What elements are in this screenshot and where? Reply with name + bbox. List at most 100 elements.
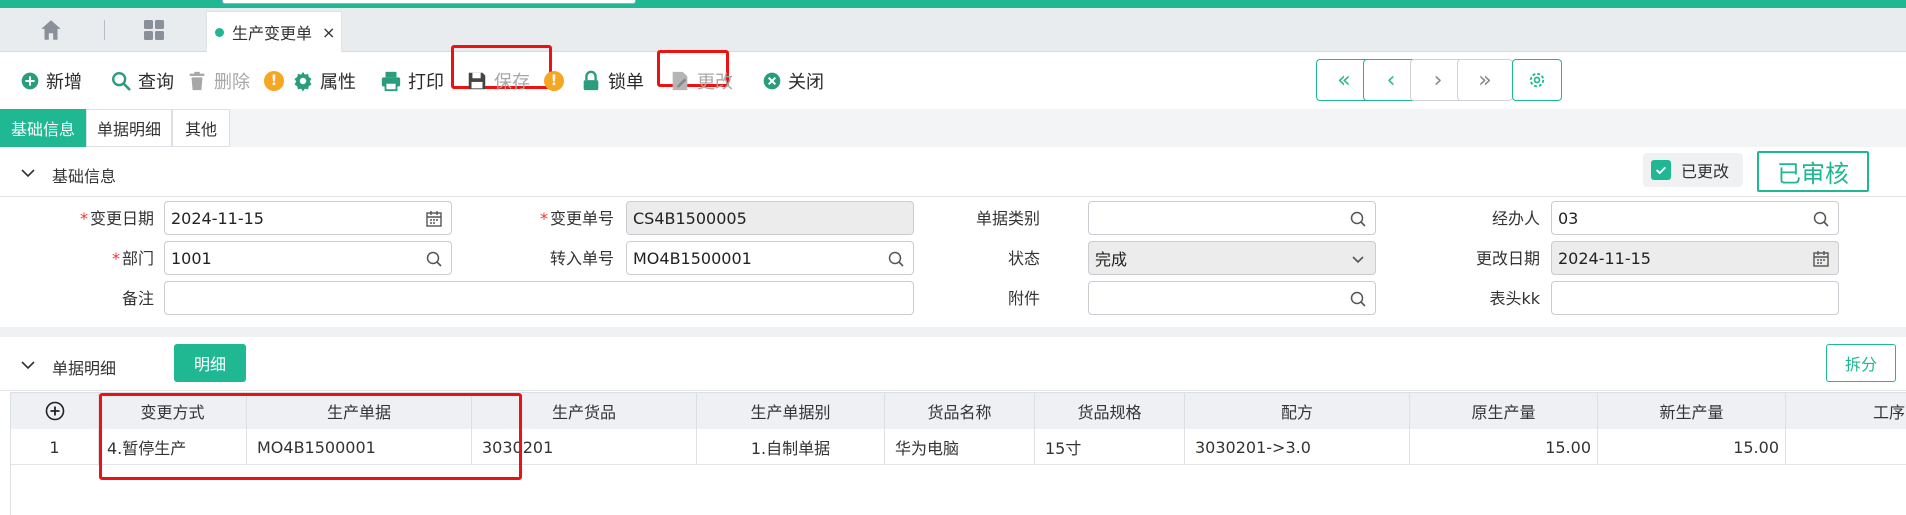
cell-orig-qty[interactable]: 15.00 [1410,429,1598,465]
handler-field[interactable]: 03 [1551,201,1839,235]
close-button[interactable]: 关闭 [762,52,824,109]
col-goods-spec[interactable]: 货品规格 [1035,393,1185,429]
save-button[interactable]: 保存 ! [466,52,564,109]
add-button[interactable]: 新增 [20,52,82,109]
row-index: 1 [11,429,99,465]
field-value: MO4B1500001 [633,248,752,268]
delete-button[interactable]: 删除 ! [186,52,284,109]
save-warning-icon: ! [544,70,564,91]
col-new-qty[interactable]: 新生产量 [1598,393,1786,429]
search-icon[interactable] [425,250,443,268]
section-tabs: 基础信息 单据明细 其他 [0,109,1906,147]
tab-doc-detail[interactable]: 单据明细 [86,109,172,147]
search-icon[interactable] [887,250,905,268]
search-icon[interactable] [1349,210,1367,228]
required-mark: * [79,209,88,228]
lock-icon [583,70,599,90]
change-no-field[interactable]: CS4B1500005 [626,201,914,235]
modify-date-field[interactable]: 2024-11-15 [1551,241,1839,275]
chevron-down-icon[interactable] [20,165,36,181]
apps-grid-icon[interactable] [142,18,166,42]
dept-field[interactable]: 1001 [164,241,452,275]
cell-goods-spec[interactable]: 15寸 [1035,429,1185,465]
tab-label: 生产变更单 [232,24,313,43]
status-label: 状态 [1007,249,1040,268]
col-formula[interactable]: 配方 [1185,393,1410,429]
attachment-field[interactable] [1088,281,1376,315]
add-row-icon[interactable] [45,401,65,421]
detail-grid: 变更方式 生产单据 生产货品 生产单据别 货品名称 货品规格 配方 原生产量 新… [10,392,1906,515]
home-icon[interactable] [38,17,64,43]
change-date-field[interactable]: 2024-11-15 [164,201,452,235]
tab-other[interactable]: 其他 [172,109,230,147]
properties-button[interactable]: 属性 [292,52,356,109]
doc-detail-header: 单据明细 [0,339,1906,391]
calendar-icon[interactable] [1812,250,1830,268]
lock-label: 锁单 [608,71,644,93]
search-icon[interactable] [1812,210,1830,228]
checkmark-icon [1651,160,1671,180]
close-tab-icon[interactable]: × [322,23,335,42]
modify-date-label: 更改日期 [1475,249,1540,268]
query-button[interactable]: 查询 [110,52,174,109]
changed-checkbox[interactable]: 已更改 [1643,153,1743,187]
col-orig-qty[interactable]: 原生产量 [1410,393,1598,429]
status-select[interactable]: 完成 [1088,241,1376,275]
col-process[interactable]: 工序 [1786,393,1906,429]
transfer-no-label: 转入单号 [549,249,614,268]
save-label: 保存 [494,71,530,93]
cell-process[interactable] [1786,429,1906,465]
lock-button[interactable]: 锁单 [580,52,644,109]
split-button[interactable]: 拆分 [1826,344,1896,382]
changed-label: 已更改 [1681,162,1730,181]
chevron-right-icon: › [1433,67,1443,93]
print-button[interactable]: 打印 [380,52,444,109]
delete-warning-icon: ! [264,70,284,91]
doc-type-field[interactable] [1088,201,1376,235]
col-goods-name[interactable]: 货品名称 [885,393,1035,429]
settings-button[interactable] [1512,59,1562,101]
field-value: 完成 [1095,250,1128,269]
basic-info-form: * 变更日期 2024-11-15 * 变更单号 CS4B1500005 单据类别 … [0,197,1906,327]
search-icon[interactable] [1349,290,1367,308]
floppy-disk-icon [468,72,486,89]
top-search-slot[interactable] [222,0,636,4]
cell-doc-kind[interactable]: 1.自制单据 [697,429,885,465]
last-record-button[interactable]: » [1457,59,1513,101]
change-button[interactable]: 更改 [669,52,733,109]
chevron-down-icon [1352,256,1364,264]
tab-production-change[interactable]: 生产变更单 × [206,11,342,52]
cell-new-qty[interactable]: 15.00 [1598,429,1786,465]
search-icon [112,71,131,91]
attachment-label: 附件 [1007,289,1040,308]
query-label: 查询 [138,71,174,93]
remark-field[interactable] [164,281,914,315]
trash-icon [189,71,205,90]
cell-goods-name[interactable]: 华为电脑 [885,429,1035,465]
toolbar: 新增 查询 删除 ! 属性 打印 保存 ! 锁单 更改 关闭 « ‹ › » [0,45,1906,109]
properties-label: 属性 [320,71,356,93]
chevron-down-icon[interactable] [20,357,36,373]
transfer-no-field[interactable]: MO4B1500001 [626,241,914,275]
add-label: 新增 [46,71,82,93]
doc-type-label: 单据类别 [975,209,1040,228]
double-chevron-right-icon: » [1478,67,1492,93]
detail-button[interactable]: 明细 [174,344,246,382]
calendar-icon[interactable] [425,210,443,228]
cell-formula[interactable]: 3030201->3.0 [1185,429,1410,465]
col-doc-kind[interactable]: 生产单据别 [697,393,885,429]
close-label: 关闭 [788,71,824,93]
dept-label: * 部门 [34,245,154,269]
add-row-cell [11,393,99,429]
remark-label: 备注 [121,289,154,308]
gear-icon [294,71,312,91]
approved-stamp: 已审核 [1757,151,1869,192]
top-accent-bar [0,0,1906,8]
plus-circle-icon [21,72,39,89]
label-text: 变更日期 [89,209,154,228]
header-kk-field[interactable] [1551,281,1839,315]
section-title: 单据明细 [52,359,117,378]
tab-basic-info[interactable]: 基础信息 [0,109,86,147]
basic-info-header: 基础信息 [0,149,1906,197]
label-text: 部门 [121,249,154,268]
